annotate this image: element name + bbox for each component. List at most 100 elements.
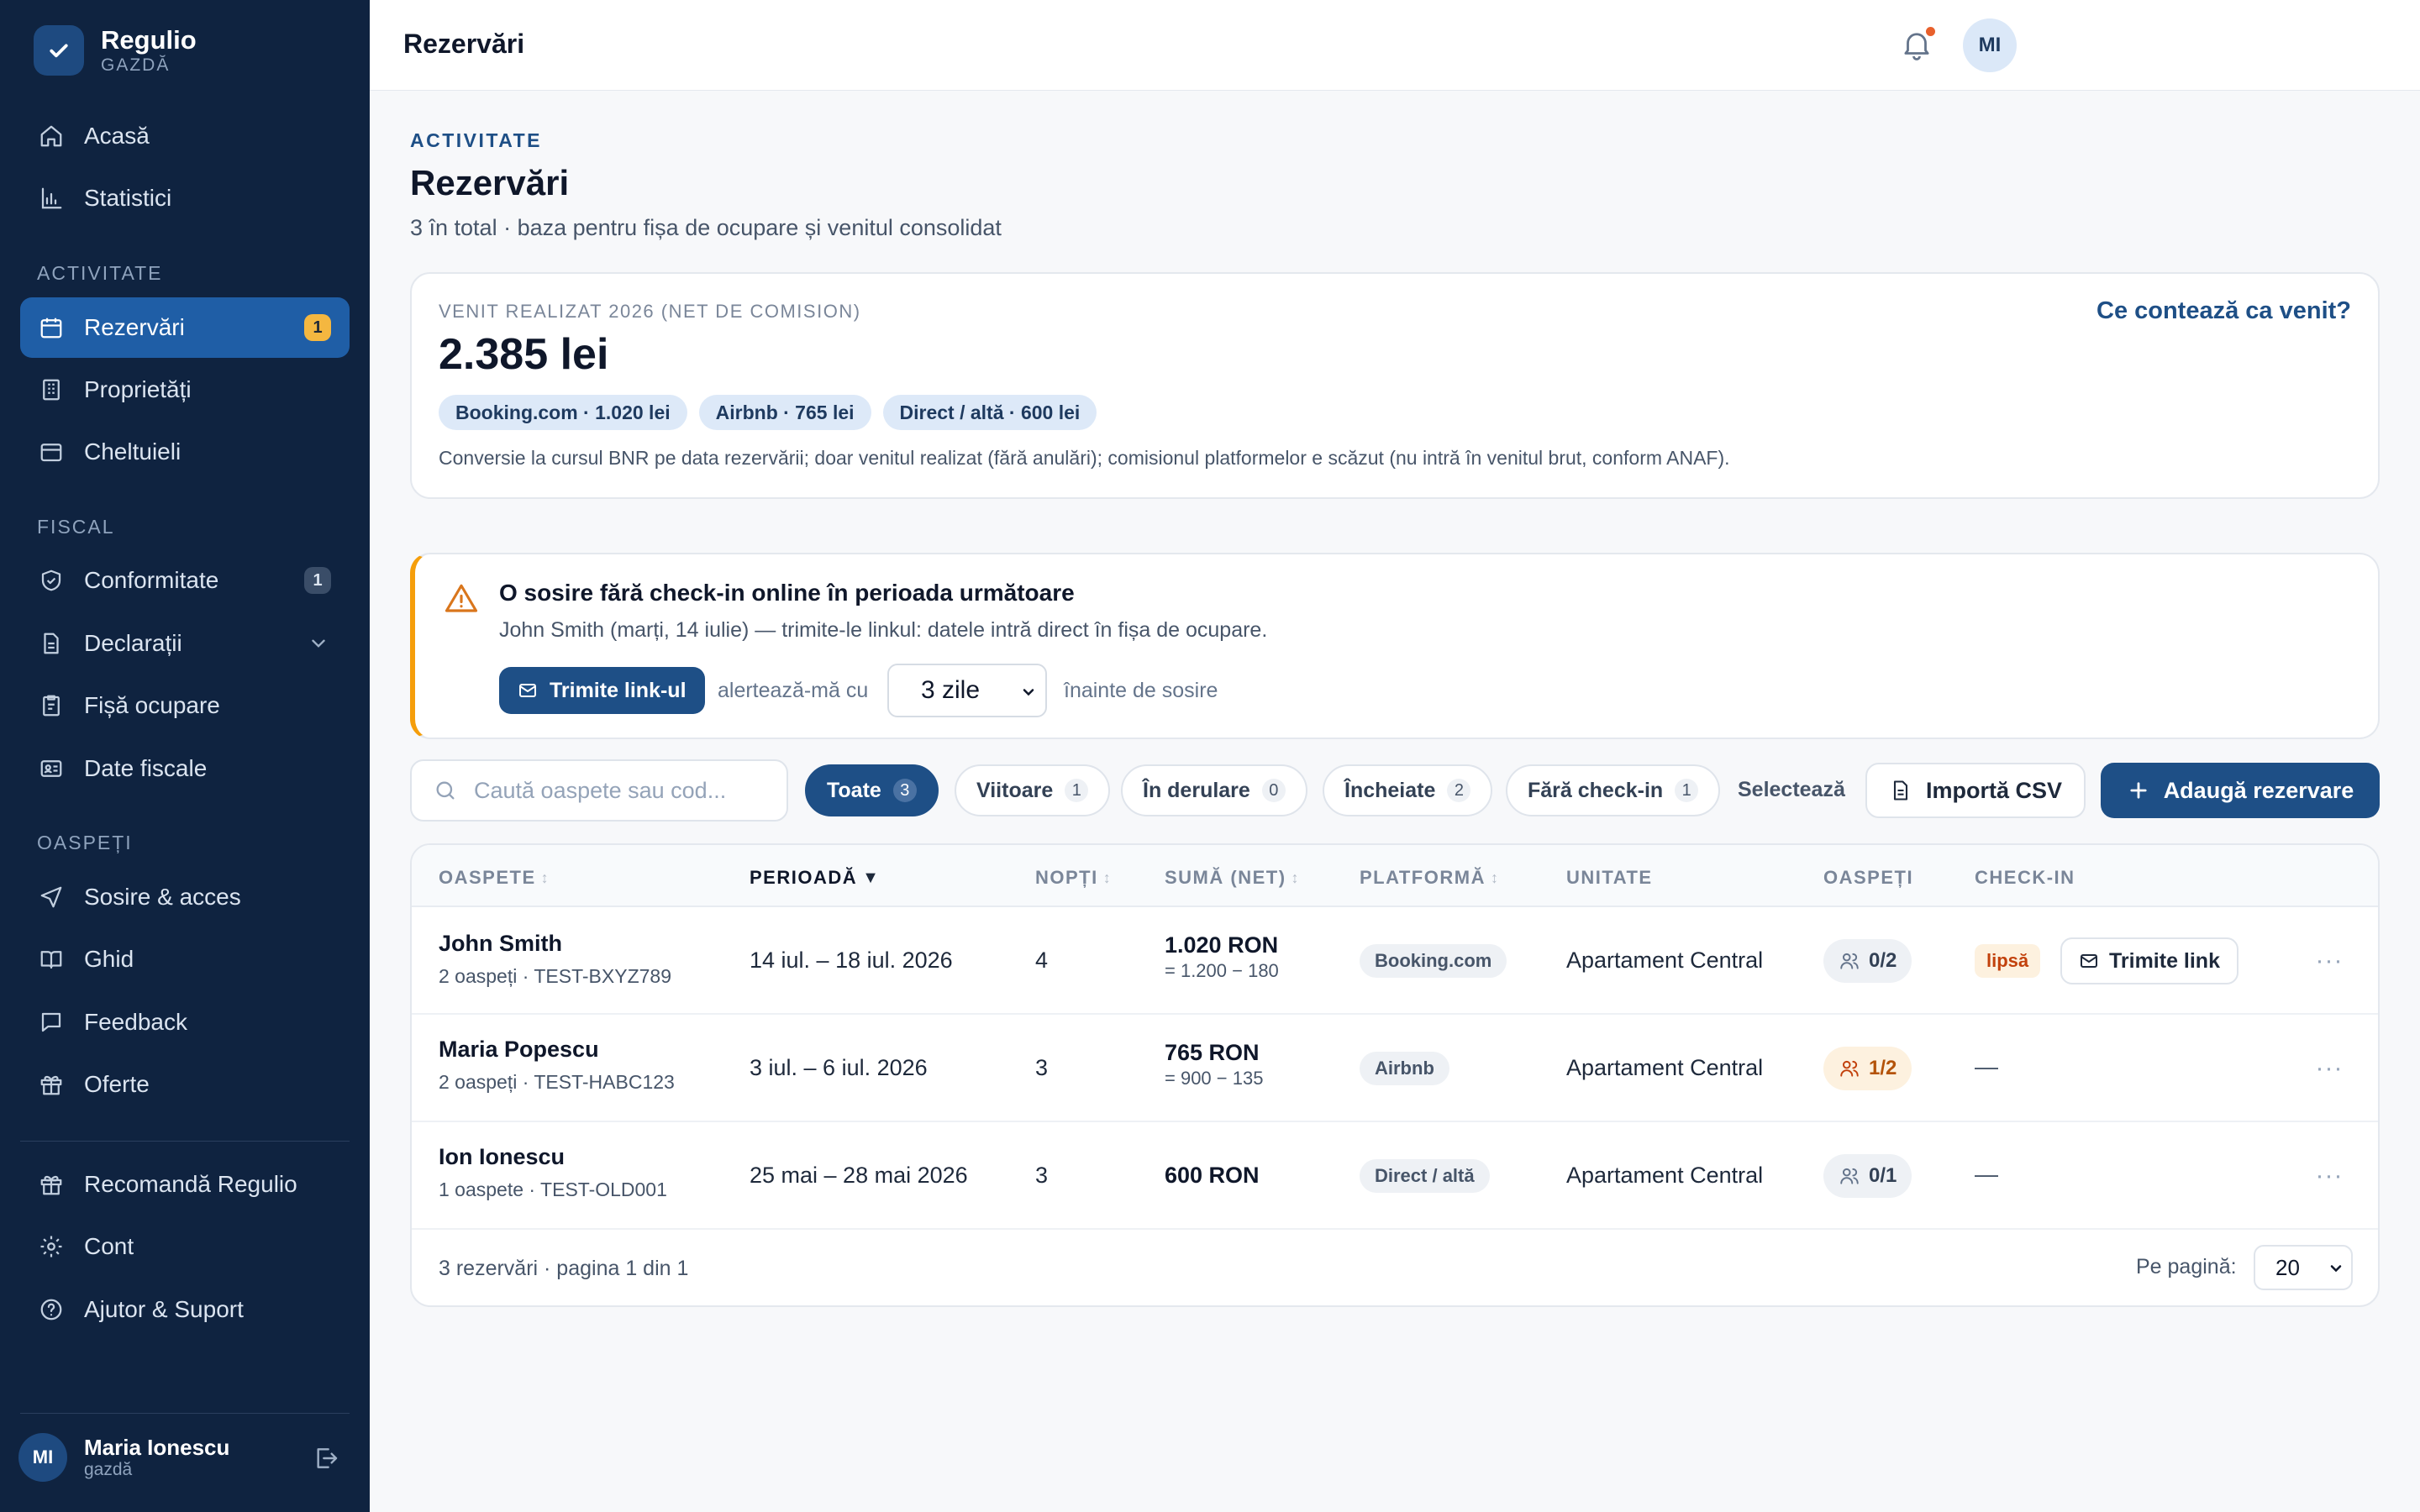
booking-unit: Apartament Central bbox=[1566, 948, 1764, 973]
col-guest[interactable]: OASPETE ↕ bbox=[439, 867, 550, 889]
guest-count-badge: 0/1 bbox=[1823, 1154, 1912, 1198]
filter-count: 3 bbox=[892, 779, 917, 802]
search-box[interactable] bbox=[410, 759, 788, 822]
filter-label: În derulare bbox=[1143, 778, 1250, 802]
pagination-summary: 3 rezervări · pagina 1 din 1 bbox=[439, 1257, 689, 1280]
booking-nights: 4 bbox=[1035, 948, 1049, 973]
sidebar-item-ajutor[interactable]: Ajutor & Suport bbox=[20, 1279, 350, 1340]
page-subtitle: 3 în total · baza pentru fișa de ocupare… bbox=[410, 215, 1002, 240]
brand-name: Regulio bbox=[101, 25, 197, 55]
checkin-missing-badge: lipsă bbox=[1975, 944, 2041, 978]
per-page-select[interactable]: 20 bbox=[2254, 1245, 2353, 1290]
table-row[interactable]: Ion Ionescu 1 oaspete · TEST-OLD001 25 m… bbox=[412, 1122, 2378, 1230]
more-actions-icon[interactable]: ··· bbox=[2312, 1159, 2346, 1193]
gift-icon bbox=[39, 1072, 64, 1097]
alert-label-before: alertează-mă cu bbox=[718, 679, 869, 702]
sidebar-item-proprietati[interactable]: Proprietăți bbox=[20, 360, 350, 420]
sidebar-item-label: Cont bbox=[84, 1233, 134, 1259]
col-amount[interactable]: SUMĂ (NET) ↕ bbox=[1165, 867, 1300, 889]
sidebar-item-conformitate[interactable]: Conformitate 1 bbox=[20, 550, 350, 611]
table-row[interactable]: Maria Popescu 2 oaspeți · TEST-HABC123 3… bbox=[412, 1015, 2378, 1122]
booking-amount: 1.020 RON bbox=[1165, 932, 1279, 958]
booking-period: 3 iul. – 6 iul. 2026 bbox=[750, 1055, 928, 1080]
alert-days-value: 3 zile bbox=[921, 676, 981, 704]
search-input[interactable] bbox=[474, 777, 776, 804]
filter-incheiate[interactable]: Încheiate 2 bbox=[1323, 764, 1493, 816]
revenue-note: Conversie la cursul BNR pe data rezervăr… bbox=[439, 447, 1730, 469]
select-toggle[interactable]: Selectează bbox=[1738, 778, 1845, 802]
filter-fara-checkin[interactable]: Fără check-in 1 bbox=[1506, 764, 1721, 816]
home-icon bbox=[39, 123, 64, 149]
calendar-icon bbox=[39, 315, 64, 340]
revenue-info-link[interactable]: Ce contează ca venit? bbox=[2096, 297, 2351, 325]
revenue-breakdown: Booking.com · 1.020 lei Airbnb · 765 lei… bbox=[439, 395, 1097, 430]
gear-icon bbox=[39, 1234, 64, 1259]
notification-badge: 1 bbox=[304, 567, 331, 594]
nav-section-fiscal: FISCAL bbox=[37, 516, 115, 538]
users-icon bbox=[1839, 1058, 1860, 1079]
add-booking-button[interactable]: Adaugă rezervare bbox=[2101, 763, 2380, 818]
filter-toate[interactable]: Toate 3 bbox=[805, 764, 939, 816]
sidebar-item-declaratii[interactable]: Declarații bbox=[20, 613, 350, 674]
brand[interactable]: Regulio GAZDĂ bbox=[34, 25, 197, 76]
sidebar-item-date-fiscale[interactable]: Date fiscale bbox=[20, 738, 350, 799]
send-link-button[interactable]: Trimite link-ul bbox=[499, 667, 705, 714]
sidebar-item-label: Declarații bbox=[84, 630, 182, 656]
sidebar-divider bbox=[20, 1141, 350, 1142]
import-csv-button[interactable]: Importă CSV bbox=[1865, 763, 2086, 818]
sidebar-item-sosire-acces[interactable]: Sosire & acces bbox=[20, 867, 350, 927]
wallet-icon bbox=[39, 439, 64, 465]
send-link-label: Trimite link-ul bbox=[550, 678, 687, 702]
col-nights[interactable]: NOPȚI ↕ bbox=[1035, 867, 1112, 889]
sidebar-item-fisa-ocupare[interactable]: Fișă ocupare bbox=[20, 675, 350, 736]
import-csv-label: Importă CSV bbox=[1925, 777, 2063, 803]
guest-count-badge: 1/2 bbox=[1823, 1047, 1912, 1090]
book-icon bbox=[39, 947, 64, 972]
sidebar-item-oferte[interactable]: Oferte bbox=[20, 1054, 350, 1115]
booking-period: 14 iul. – 18 iul. 2026 bbox=[750, 948, 953, 973]
logout-icon[interactable] bbox=[313, 1445, 339, 1472]
per-page-value: 20 bbox=[2275, 1254, 2300, 1280]
platform-badge: Airbnb bbox=[1360, 1052, 1449, 1085]
nav-section-oaspeti: OASPEȚI bbox=[37, 832, 133, 853]
nav-section-activitate: ACTIVITATE bbox=[37, 262, 163, 284]
sidebar-item-acasa[interactable]: Acasă bbox=[20, 106, 350, 166]
more-actions-icon[interactable]: ··· bbox=[2312, 1052, 2346, 1085]
revenue-card: VENIT REALIZAT 2026 (NET DE COMISION) 2.… bbox=[410, 272, 2380, 499]
guest-name: John Smith bbox=[439, 931, 562, 956]
user-profile[interactable]: MI Maria Ionescu gazdă bbox=[18, 1433, 229, 1482]
booking-unit: Apartament Central bbox=[1566, 1055, 1764, 1080]
send-icon bbox=[39, 885, 64, 910]
filter-in-derulare[interactable]: În derulare 0 bbox=[1121, 764, 1307, 816]
sidebar-item-feedback[interactable]: Feedback bbox=[20, 992, 350, 1053]
alert-days-select[interactable]: 3 zile bbox=[887, 664, 1047, 717]
sidebar-item-rezervari[interactable]: Rezervări 1 bbox=[20, 297, 350, 358]
sidebar-item-statistici[interactable]: Statistici bbox=[20, 168, 350, 228]
revenue-chip: Airbnb · 765 lei bbox=[698, 395, 871, 430]
chevron-down-icon bbox=[308, 633, 329, 654]
amount-breakdown: = 1.200 − 180 bbox=[1165, 960, 1279, 981]
send-link-row-button[interactable]: Trimite link bbox=[2060, 937, 2238, 984]
users-icon bbox=[1839, 1165, 1860, 1187]
sidebar-item-label: Cheltuieli bbox=[84, 438, 182, 465]
sidebar-item-label: Sosire & acces bbox=[84, 884, 241, 910]
booking-unit: Apartament Central bbox=[1566, 1163, 1764, 1188]
sidebar-item-label: Acasă bbox=[84, 123, 150, 149]
sidebar-item-cheltuieli[interactable]: Cheltuieli bbox=[20, 422, 350, 482]
sidebar-item-recomanda[interactable]: Recomandă Regulio bbox=[20, 1154, 350, 1215]
sidebar-item-cont[interactable]: Cont bbox=[20, 1216, 350, 1277]
avatar[interactable]: MI bbox=[1963, 18, 2017, 72]
sidebar-item-ghid[interactable]: Ghid bbox=[20, 929, 350, 990]
more-actions-icon[interactable]: ··· bbox=[2312, 944, 2346, 978]
col-platform[interactable]: PLATFORMĂ ↕ bbox=[1360, 867, 1499, 889]
add-booking-label: Adaugă rezervare bbox=[2163, 777, 2354, 803]
col-period[interactable]: PERIOADĂ ▼ bbox=[750, 867, 880, 889]
filter-label: Încheiate bbox=[1344, 778, 1436, 802]
mail-icon bbox=[518, 680, 538, 701]
filter-viitoare[interactable]: Viitoare 1 bbox=[955, 764, 1111, 816]
table-header: OASPETE ↕ PERIOADĂ ▼ NOPȚI ↕ SUMĂ (NET) ↕ PL… bbox=[412, 845, 2378, 907]
booking-nights: 3 bbox=[1035, 1163, 1049, 1188]
notification-badge: 1 bbox=[304, 314, 331, 341]
guest-count: 0/1 bbox=[1869, 1164, 1897, 1187]
table-row[interactable]: John Smith 2 oaspeți · TEST-BXYZ789 14 i… bbox=[412, 907, 2378, 1015]
